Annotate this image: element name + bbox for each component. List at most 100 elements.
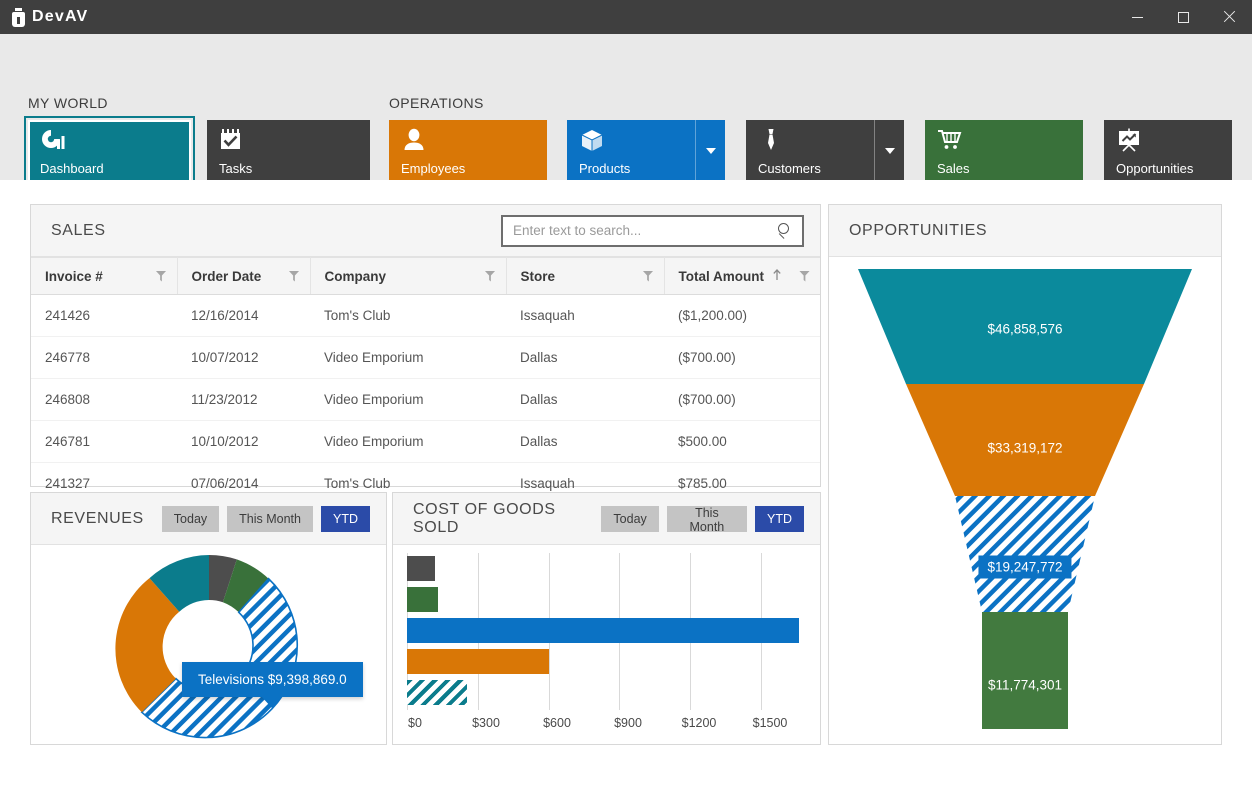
nav-tile-sales[interactable]: Sales [925, 120, 1083, 182]
cell-company: Video Emporium [310, 379, 506, 421]
revenues-range-this-month[interactable]: This Month [227, 506, 313, 532]
cell-order-date: 10/07/2012 [177, 337, 310, 379]
dashboard-icon [40, 128, 181, 156]
minimize-button[interactable] [1114, 0, 1160, 34]
column-header-total-amount[interactable]: Total Amount [664, 258, 820, 295]
minimize-icon [1132, 17, 1143, 18]
nav-tile-dashboard[interactable]: Dashboard [28, 120, 191, 182]
column-label: Store [521, 269, 556, 284]
funnel-stage-3[interactable] [955, 496, 1095, 612]
nav-tile-tasks[interactable]: Tasks [207, 120, 370, 182]
employees-icon [401, 128, 537, 156]
table-row[interactable]: 246781 10/10/2012 Video Emporium Dallas … [31, 421, 820, 463]
sales-table: Invoice # Order Date Company [31, 257, 820, 505]
cogs-panel: COST OF GOODS SOLD Today This Month YTD [392, 492, 821, 745]
tasks-icon [219, 128, 360, 156]
filter-icon[interactable] [156, 271, 167, 282]
cell-invoice: 246778 [31, 337, 177, 379]
cell-invoice: 246781 [31, 421, 177, 463]
close-button[interactable] [1206, 0, 1252, 34]
cogs-bar-chart[interactable]: $0 $300 $600 $900 $1200 $1500 [393, 545, 820, 744]
column-label: Invoice # [45, 269, 103, 284]
nav-tile-opportunities[interactable]: Opportunities [1104, 120, 1232, 182]
donut-svg [31, 545, 388, 744]
cell-store: Dallas [506, 421, 664, 463]
axis-tick-label: $300 [472, 716, 500, 730]
cogs-range-ytd[interactable]: YTD [755, 506, 804, 532]
filter-icon[interactable] [485, 271, 496, 282]
cogs-x-axis: $0 $300 $600 $900 $1200 $1500 [393, 716, 820, 736]
products-dropdown-button[interactable] [695, 120, 725, 182]
search-box[interactable] [501, 215, 804, 247]
nav-tile-employees[interactable]: Employees [389, 120, 547, 182]
bar-projectors[interactable] [407, 587, 438, 612]
cell-total-amount: ($1,200.00) [664, 295, 820, 337]
cogs-range-toggle: Today This Month YTD [601, 506, 804, 532]
table-row[interactable]: 246778 10/07/2012 Video Emporium Dallas … [31, 337, 820, 379]
filter-icon[interactable] [799, 271, 810, 282]
opportunities-funnel-chart[interactable]: $46,858,576 $33,319,172 $19,247,772 $11,… [829, 257, 1221, 744]
cell-order-date: 12/16/2014 [177, 295, 310, 337]
filter-icon[interactable] [643, 271, 654, 282]
table-row[interactable]: 246808 11/23/2012 Video Emporium Dallas … [31, 379, 820, 421]
opportunities-panel: OPPORTUNITIES $46,858,576 $33,319,172 $1… [828, 204, 1222, 745]
cogs-panel-header: COST OF GOODS SOLD Today This Month YTD [393, 493, 820, 545]
funnel-label-stage-1: $46,858,576 [987, 322, 1062, 337]
axis-tick-label: $0 [408, 716, 422, 730]
table-row[interactable]: 241426 12/16/2014 Tom's Club Issaquah ($… [31, 295, 820, 337]
navigation-bar: MY WORLD OPERATIONS Dashboard Tasks [0, 34, 1252, 180]
cell-invoice: 246808 [31, 379, 177, 421]
revenues-donut-chart[interactable]: Televisions $9,398,869.0 [31, 545, 386, 744]
cell-company: Tom's Club [310, 295, 506, 337]
cell-store: Dallas [506, 337, 664, 379]
bar-monitors[interactable] [407, 556, 435, 581]
column-header-store[interactable]: Store [506, 258, 664, 295]
sales-table-header: Invoice # Order Date Company [31, 258, 820, 295]
cogs-range-this-month[interactable]: This Month [667, 506, 747, 532]
customers-dropdown-button[interactable] [874, 120, 904, 182]
revenues-panel-title: REVENUES [51, 510, 144, 528]
close-icon [1223, 11, 1235, 23]
funnel-stage-4[interactable] [982, 612, 1068, 729]
axis-tick-label: $600 [543, 716, 571, 730]
bar-televisions[interactable] [407, 618, 799, 643]
title-bar: DevAV [0, 0, 1252, 34]
revenues-panel-header: REVENUES Today This Month YTD [31, 493, 386, 545]
chevron-down-icon [885, 148, 895, 154]
revenues-range-ytd[interactable]: YTD [321, 506, 370, 532]
bar-video-players[interactable] [407, 649, 549, 674]
axis-tick-label: $900 [614, 716, 642, 730]
nav-tile-label: Dashboard [40, 162, 181, 175]
nav-tile-label: Tasks [219, 162, 360, 175]
cogs-range-today[interactable]: Today [601, 506, 658, 532]
filter-icon[interactable] [289, 271, 300, 282]
cell-total-amount: ($700.00) [664, 379, 820, 421]
search-input[interactable] [513, 223, 778, 238]
cell-total-amount: $500.00 [664, 421, 820, 463]
revenues-panel: REVENUES Today This Month YTD [30, 492, 387, 745]
column-label: Total Amount [679, 269, 764, 284]
cell-company: Video Emporium [310, 337, 506, 379]
column-header-order-date[interactable]: Order Date [177, 258, 310, 295]
search-icon[interactable] [778, 223, 794, 239]
funnel-label-stage-4: $11,774,301 [988, 678, 1062, 693]
column-header-invoice[interactable]: Invoice # [31, 258, 177, 295]
table-header-row: Invoice # Order Date Company [31, 258, 820, 295]
cell-company: Video Emporium [310, 421, 506, 463]
bar-automation[interactable] [407, 680, 467, 705]
devav-logo-icon [12, 8, 25, 27]
cogs-plot-area [407, 553, 810, 710]
cogs-panel-title: COST OF GOODS SOLD [413, 501, 601, 537]
column-header-company[interactable]: Company [310, 258, 506, 295]
maximize-button[interactable] [1160, 0, 1206, 34]
cell-store: Dallas [506, 379, 664, 421]
nav-tile-label: Opportunities [1116, 162, 1222, 175]
nav-tile-customers[interactable]: Customers [746, 120, 904, 182]
column-label: Order Date [192, 269, 262, 284]
cell-invoice: 241426 [31, 295, 177, 337]
revenues-range-today[interactable]: Today [162, 506, 219, 532]
funnel-label-stage-3: $19,247,772 [978, 556, 1071, 579]
opportunities-panel-title: OPPORTUNITIES [849, 222, 987, 240]
funnel-label-stage-2: $33,319,172 [987, 441, 1062, 456]
nav-tile-products[interactable]: Products [567, 120, 725, 182]
